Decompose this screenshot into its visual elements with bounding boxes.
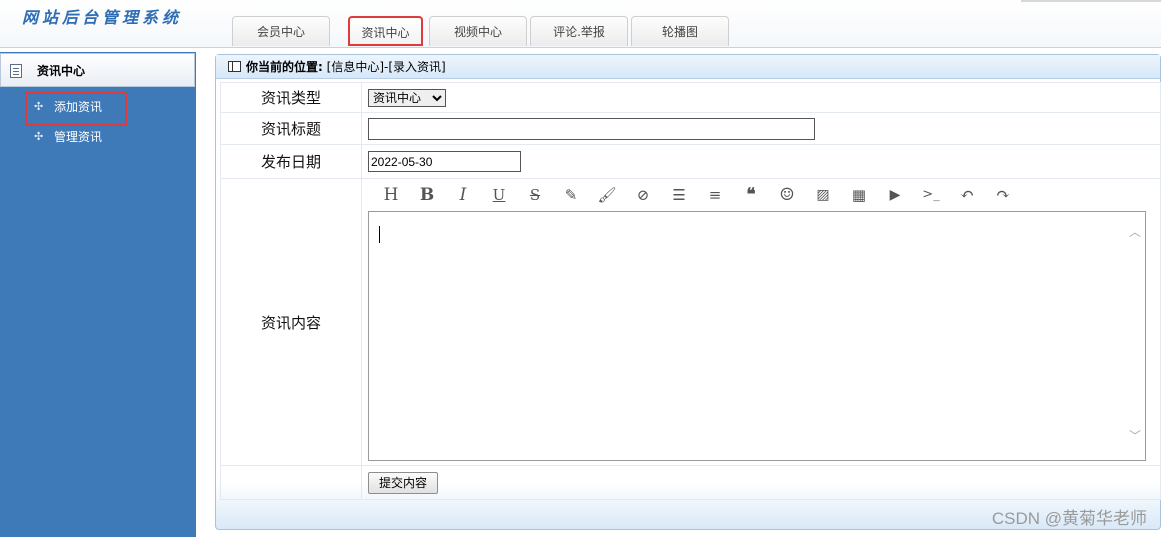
publish-date-input[interactable] [368,151,521,172]
panel-icon [228,61,241,72]
date-label: 发布日期 [220,144,362,179]
news-title-input[interactable] [368,117,815,140]
main-panel: 你当前的位置: [信息中心]-[录入资讯] 资讯类型 资讯中心 资讯标题 发布日… [215,54,1161,530]
sidebar-item-manage-news[interactable]: ✣ 管理资讯 [34,127,102,147]
underline-icon[interactable]: U [488,185,510,205]
watermark: CSDN @黄菊华老师 [991,509,1147,528]
scroll-up-icon[interactable]: ︿ [1129,226,1141,238]
text-caret [379,226,380,243]
tab-news[interactable]: 资讯中心 [348,16,423,46]
plus-icon: ✣ [34,130,44,143]
content-editor[interactable]: ︿ ﹀ [368,211,1146,461]
submit-button[interactable]: 提交内容 [368,471,439,494]
type-label: 资讯类型 [220,82,362,113]
form-row-title: 资讯标题 [220,112,1161,145]
heading-icon[interactable]: H [380,185,402,205]
tab-carousel[interactable]: 轮播图 [631,16,729,46]
editor-toolbar: H B I U S ✎ 🖌 ⊘ ☰ ≡ ❝ ☺ ▨ ▦ ▶ >_ ↶ ↷ [368,179,1160,211]
bold-icon[interactable]: B [416,185,438,205]
title-label: 资讯标题 [220,112,362,145]
table-icon[interactable]: ▦ [848,185,870,205]
scroll-down-icon[interactable]: ﹀ [1129,430,1141,442]
breadcrumb-prefix: 你当前的位置: [246,60,323,74]
image-icon[interactable]: ▨ [812,185,834,205]
breadcrumb: 你当前的位置: [信息中心]-[录入资讯] [216,55,1160,79]
strikethrough-icon[interactable]: S [524,185,546,205]
news-type-select[interactable]: 资讯中心 [368,88,446,107]
italic-icon[interactable]: I [452,185,474,205]
document-icon [10,64,22,78]
header: 网站后台管理系统 会员中心 资讯中心 视频中心 评论.举报 轮播图 [0,0,1161,48]
highlighter-icon[interactable]: ✎ [560,185,582,205]
sidebar-title: 资讯中心 [37,64,86,78]
tab-video[interactable]: 视频中心 [429,16,527,46]
sidebar-header[interactable]: 资讯中心 [0,53,195,87]
form-row-date: 发布日期 [220,144,1161,179]
header-divider [1021,0,1161,2]
selection-highlight [25,92,127,126]
align-left-icon[interactable]: ≡ [704,185,726,205]
redo-icon[interactable]: ↷ [992,185,1014,205]
tab-comments-reports[interactable]: 评论.举报 [530,16,628,46]
link-icon[interactable]: ⊘ [632,185,654,205]
form-row-type: 资讯类型 资讯中心 [220,82,1161,113]
list-icon[interactable]: ☰ [668,185,690,205]
undo-icon[interactable]: ↶ [956,185,978,205]
news-form: 资讯类型 资讯中心 资讯标题 发布日期 资讯内容 H B [220,82,1161,500]
brush-icon[interactable]: 🖌 [596,185,618,205]
form-row-content: 资讯内容 H B I U S ✎ 🖌 ⊘ ☰ ≡ ❝ ☺ ▨ ▦ ▶ >_ ↶ … [220,178,1161,466]
app-logo-title: 网站后台管理系统 [22,8,183,27]
tab-members[interactable]: 会员中心 [232,16,330,46]
breadcrumb-path: [信息中心]-[录入资讯] [326,60,446,74]
code-icon[interactable]: >_ [920,185,942,205]
form-row-submit: 提交内容 [220,465,1161,500]
emoji-icon[interactable]: ☺ [776,185,798,205]
quote-icon[interactable]: ❝ [740,185,762,205]
video-icon[interactable]: ▶ [884,185,906,205]
content-label: 资讯内容 [220,178,362,466]
sidebar-item-label: 管理资讯 [54,130,103,144]
